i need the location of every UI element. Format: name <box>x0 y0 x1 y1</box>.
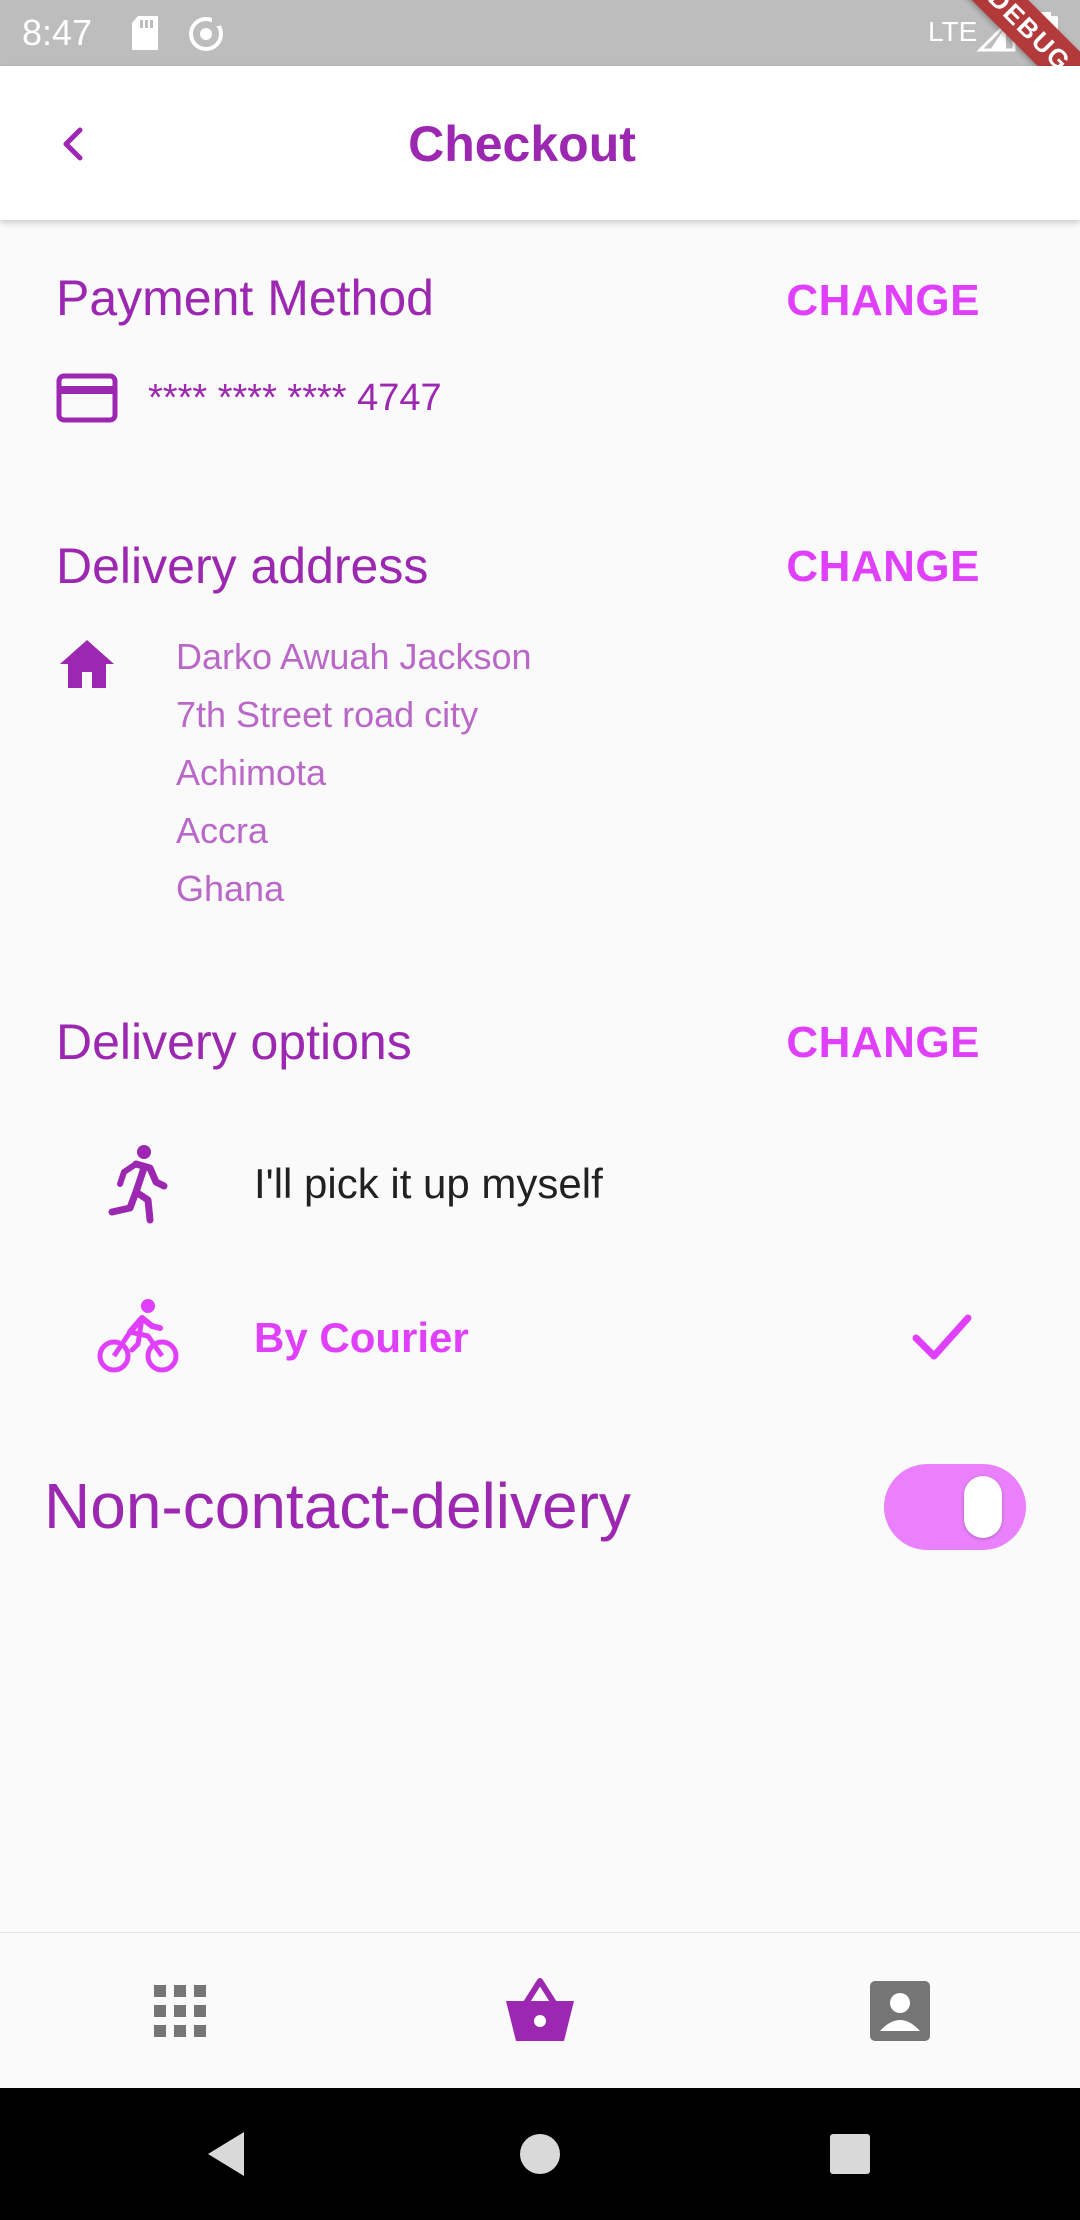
toggle-thumb <box>964 1476 1002 1538</box>
delivery-option-courier[interactable]: By Courier <box>0 1278 1080 1398</box>
delivery-options-title: Delivery options <box>56 1014 412 1070</box>
non-contact-delivery-label: Non-contact-delivery <box>44 1470 631 1542</box>
address-line: Achimota <box>176 752 327 793</box>
status-bar: 8:47 LTE <box>0 0 1080 66</box>
home-icon <box>60 640 114 688</box>
sd-card-icon <box>132 16 158 50</box>
address-line: Darko Awuah Jackson <box>176 636 532 677</box>
check-icon <box>912 1314 972 1360</box>
account-box-icon[interactable] <box>858 1969 942 2053</box>
change-address-button[interactable]: CHANGE <box>786 540 980 594</box>
toggle-track <box>884 1464 1026 1550</box>
app-bar: Checkout <box>0 66 1080 220</box>
system-home-icon[interactable] <box>512 2126 568 2182</box>
apps-grid-icon[interactable] <box>138 1969 222 2053</box>
status-time: 8:47 <box>22 12 93 53</box>
running-person-icon <box>108 1145 168 1224</box>
sync-icon <box>189 16 223 51</box>
option-label: I'll pick it up myself <box>254 1160 603 1207</box>
credit-card-icon <box>56 373 118 423</box>
system-navigation-bar <box>0 2088 1080 2220</box>
bicycle-icon <box>97 1299 179 1373</box>
bottom-navigation <box>0 1932 1080 2088</box>
system-back-icon[interactable] <box>200 2126 256 2182</box>
address-line: 7th Street road city <box>176 694 479 735</box>
non-contact-delivery-toggle[interactable] <box>884 1464 1026 1550</box>
address-block: Darko Awuah Jackson 7th Street road city… <box>176 628 532 918</box>
address-line: Accra <box>176 810 269 851</box>
change-delivery-option-button[interactable]: CHANGE <box>786 1016 980 1070</box>
delivery-option-pickup[interactable]: I'll pick it up myself <box>0 1124 1080 1244</box>
change-payment-button[interactable]: CHANGE <box>786 274 980 328</box>
shopping-basket-icon[interactable] <box>498 1969 582 2053</box>
network-label: LTE <box>928 16 978 47</box>
payment-method-title: Payment Method <box>56 270 434 326</box>
page-title: Checkout <box>408 116 636 172</box>
card-number: **** **** **** 4747 <box>148 377 442 419</box>
delivery-address-title: Delivery address <box>56 538 429 594</box>
address-line: Ghana <box>176 868 285 909</box>
system-recents-icon[interactable] <box>822 2126 878 2182</box>
option-label: By Courier <box>254 1314 469 1361</box>
